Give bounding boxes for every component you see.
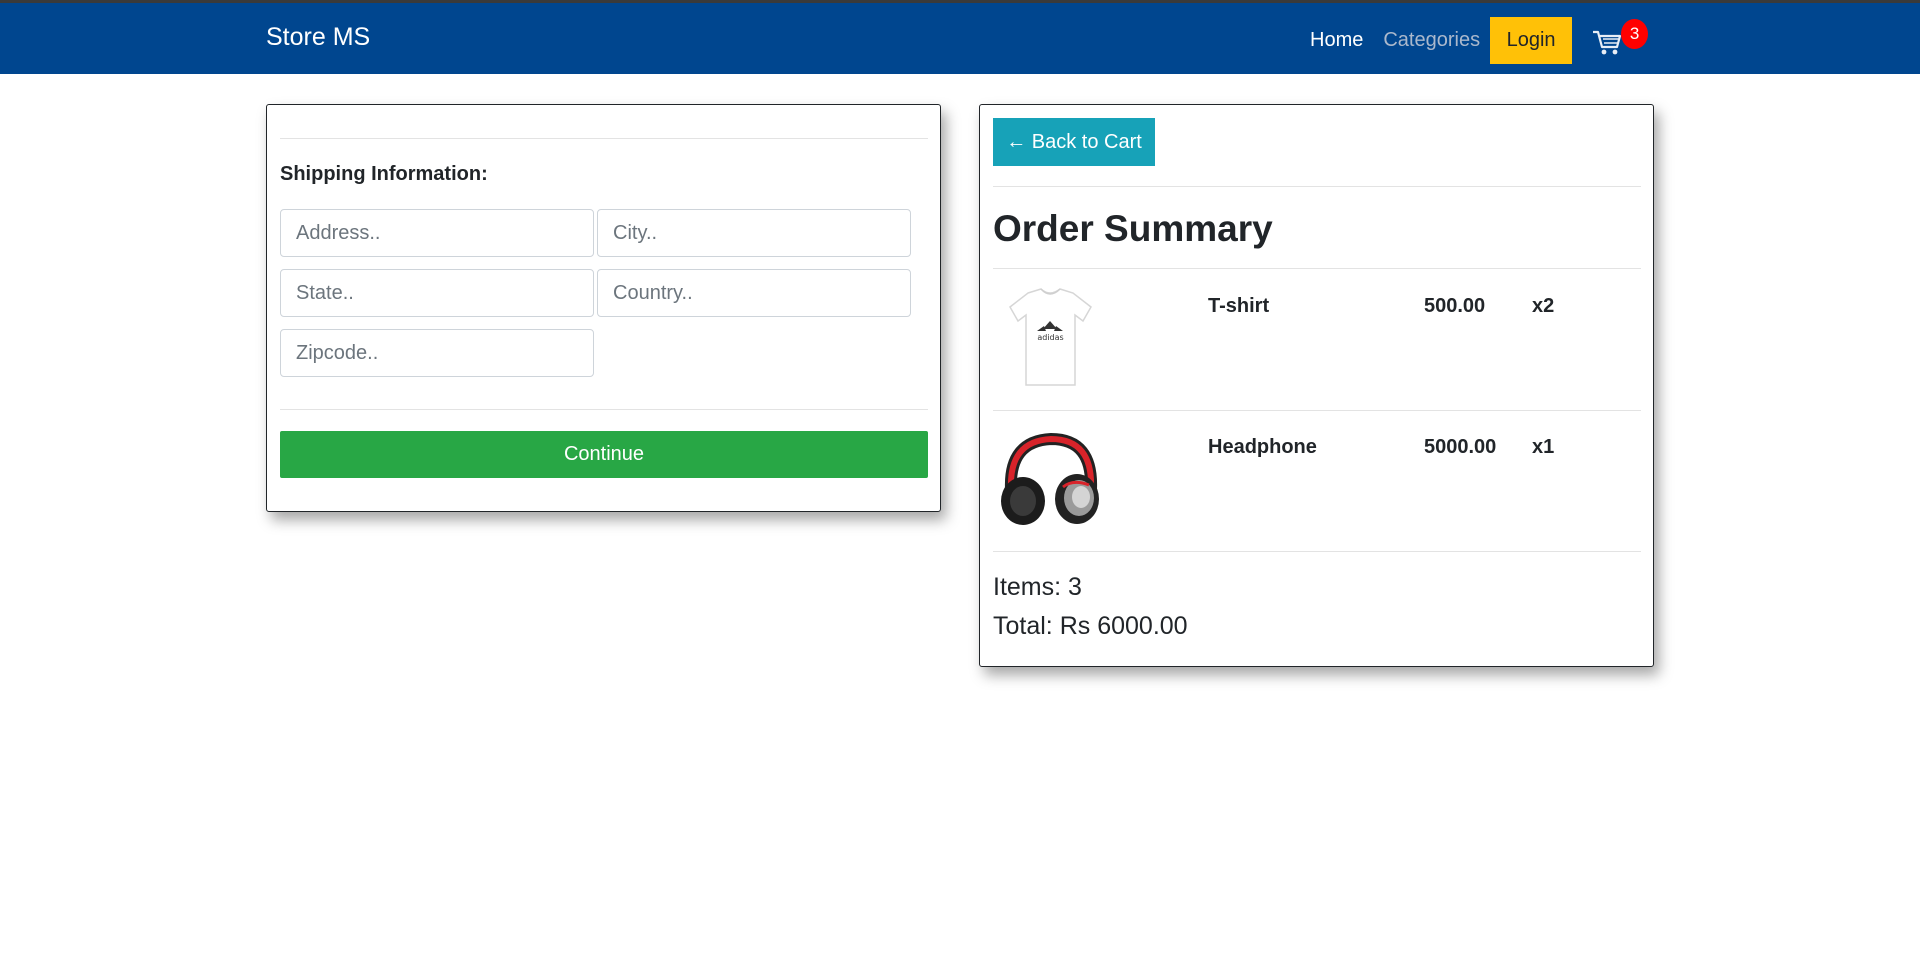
country-input[interactable]: [597, 269, 911, 317]
divider: [993, 410, 1641, 411]
state-input[interactable]: [280, 269, 594, 317]
item-name: T-shirt: [1208, 295, 1270, 317]
order-total: Total: Rs 6000.00: [993, 612, 1188, 640]
item-name: Headphone: [1208, 436, 1317, 458]
divider: [993, 268, 1641, 269]
nav-links: Home Categories Login 3: [1300, 16, 1649, 64]
tshirt-image: adidas: [1009, 288, 1092, 386]
item-price: 5000.00: [1424, 436, 1497, 458]
zipcode-input[interactable]: [280, 329, 594, 377]
address-input[interactable]: [280, 209, 594, 257]
items-count: Items: 3: [993, 573, 1082, 601]
shipping-title: Shipping Information:: [280, 163, 488, 185]
divider: [993, 186, 1641, 187]
cart-count-badge: 3: [1621, 19, 1649, 49]
cart-button[interactable]: 3: [1592, 19, 1649, 60]
navbar: Store MS Home Categories Login 3: [0, 3, 1920, 74]
item-quantity: x2: [1532, 295, 1555, 317]
nav-home-link[interactable]: Home: [1300, 29, 1373, 52]
login-button[interactable]: Login: [1490, 16, 1573, 64]
nav-categories-link[interactable]: Categories: [1373, 29, 1490, 52]
item-quantity: x1: [1532, 436, 1555, 458]
brand-logo[interactable]: Store MS: [266, 23, 370, 52]
svg-text:adidas: adidas: [1037, 333, 1063, 342]
shipping-form-panel: Shipping Information: Continue: [266, 104, 941, 512]
order-summary-panel: ← Back to Cart Order Summary adidas T-sh…: [979, 104, 1654, 667]
city-input[interactable]: [597, 209, 911, 257]
back-to-cart-button[interactable]: ← Back to Cart: [993, 118, 1155, 166]
divider: [993, 551, 1641, 552]
divider: [280, 409, 928, 410]
cart-icon: [1593, 30, 1622, 55]
item-price: 500.00: [1424, 295, 1486, 317]
divider: [280, 138, 928, 139]
continue-button[interactable]: Continue: [280, 431, 928, 478]
headphone-image: [1001, 432, 1099, 525]
order-summary-title: Order Summary: [993, 208, 1273, 249]
